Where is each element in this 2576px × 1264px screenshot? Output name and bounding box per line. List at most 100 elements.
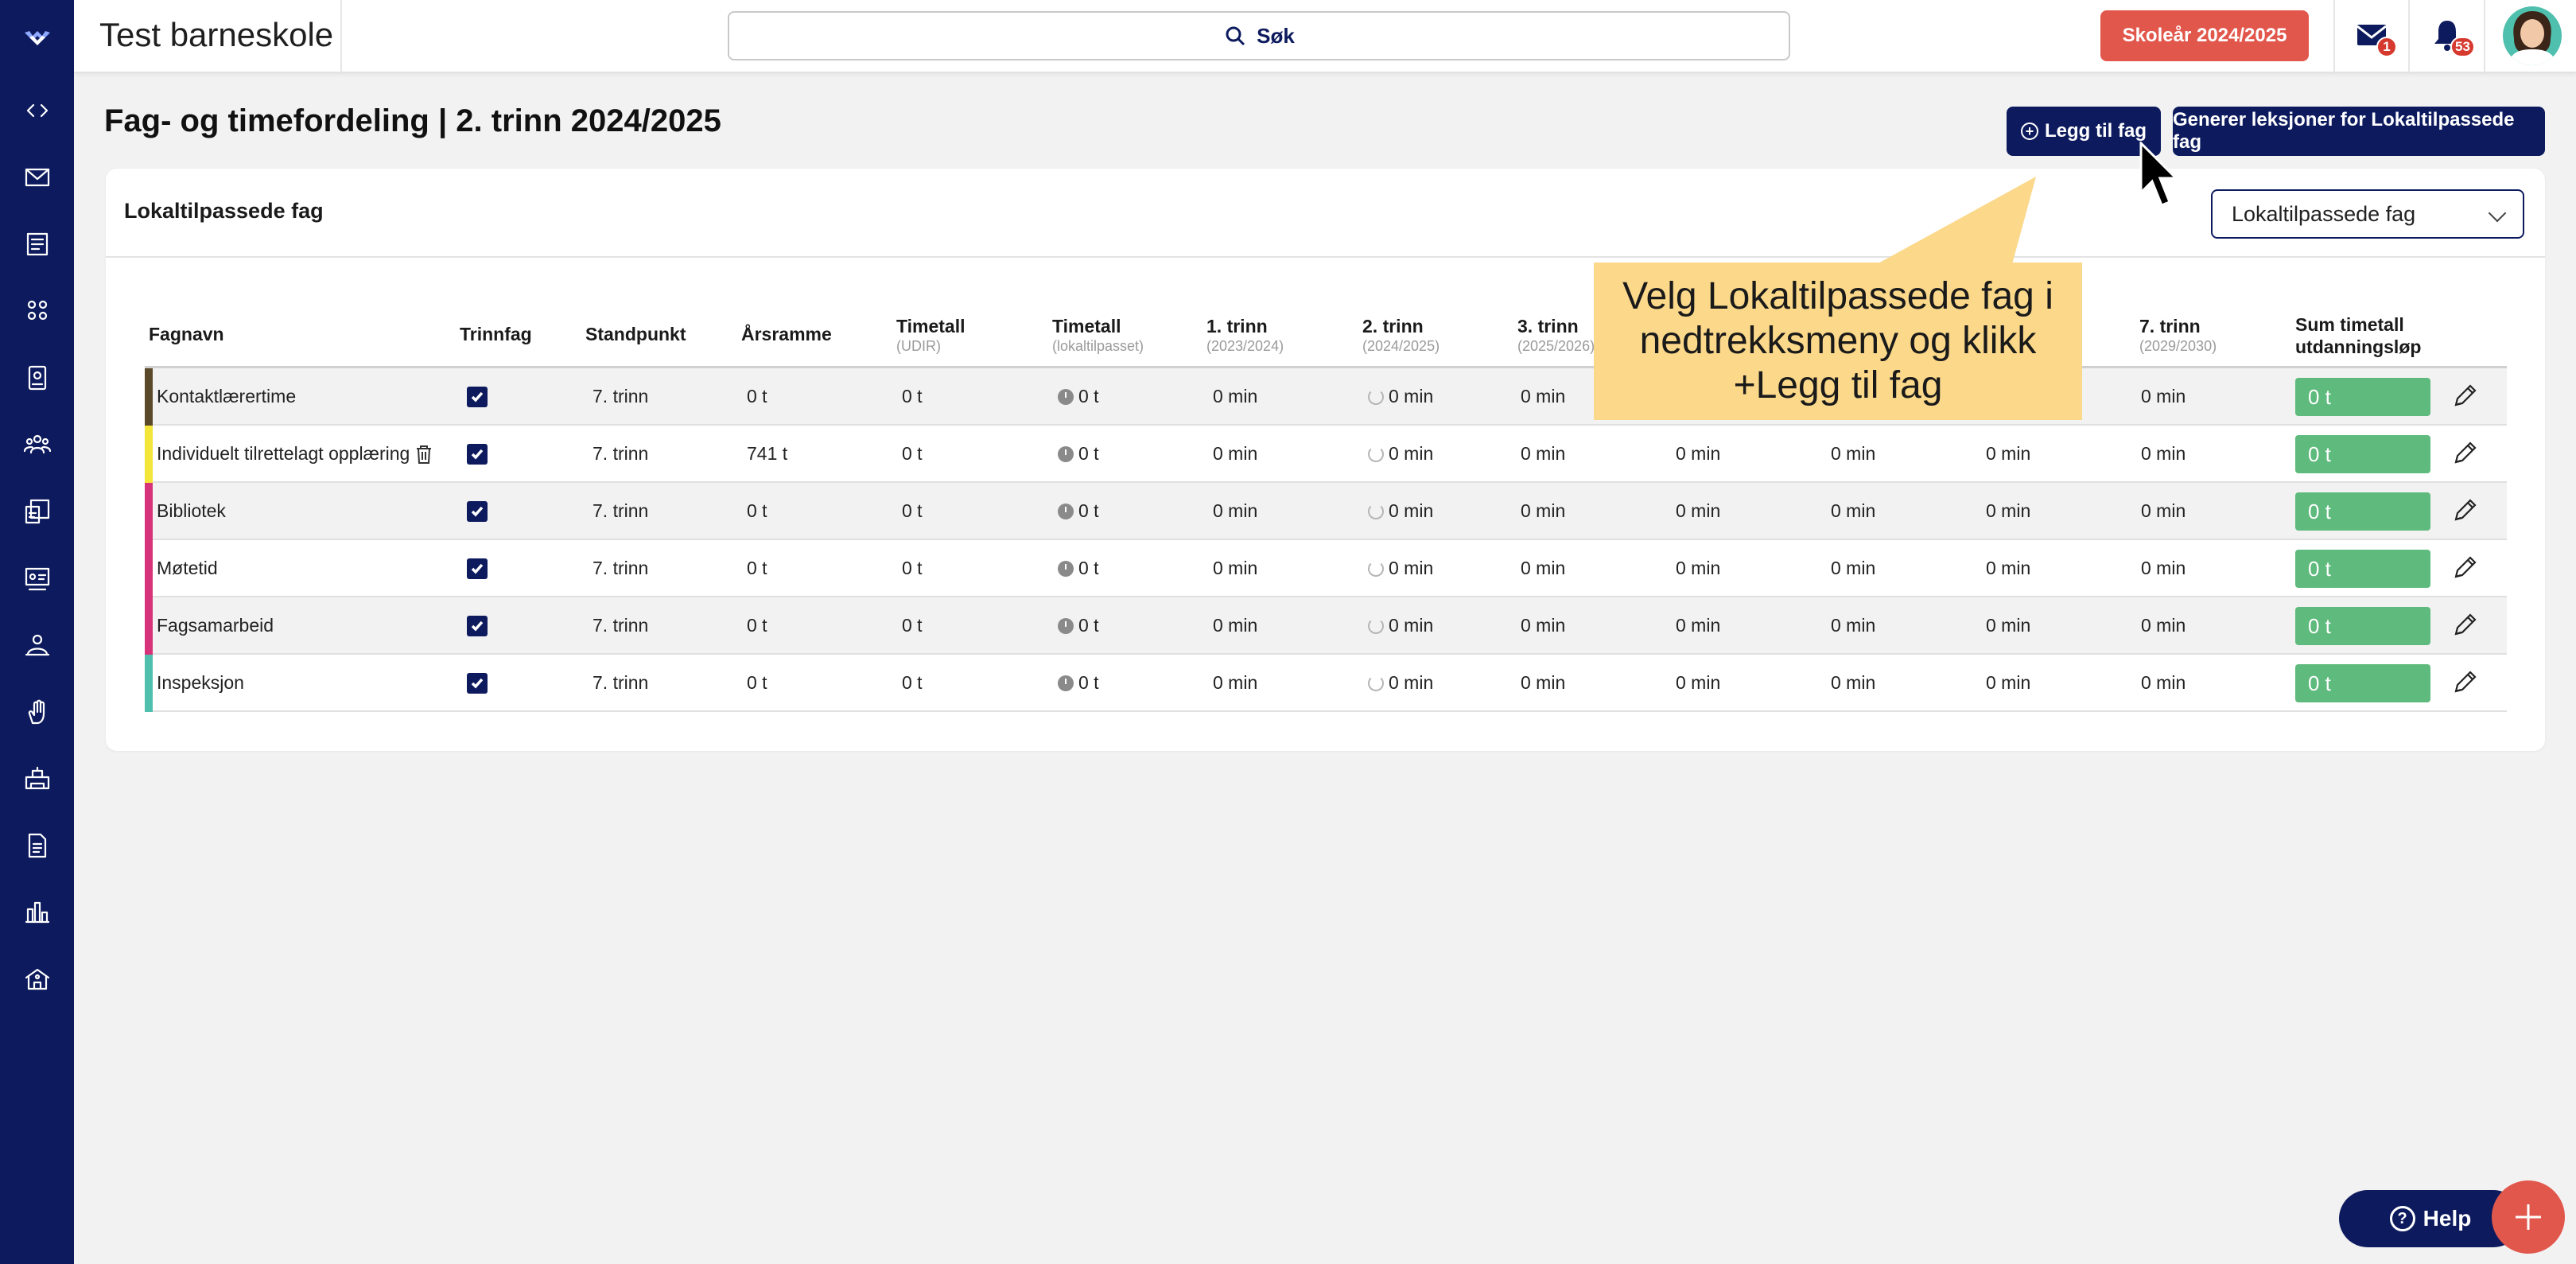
trinn7-cell: 0 min: [2141, 386, 2186, 407]
trinnfag-checkbox[interactable]: [467, 616, 488, 636]
col-timetall-udir[interactable]: Timetall (UDIR): [896, 315, 966, 355]
trinn1-cell: 0 min: [1213, 500, 1257, 522]
top-divider: [340, 0, 342, 73]
building-nav-icon[interactable]: [19, 760, 56, 797]
table-row[interactable]: Inspeksjon 7. trinn 0 t 0 t 0 t 0 min 0 min 0 m…: [145, 655, 2507, 712]
standpunkt-cell-value: 7. trinn: [593, 500, 649, 521]
timetall-lok-cell: 0 t: [1058, 615, 1099, 636]
col-trinn2-sub: (2024/2025): [1362, 338, 1440, 354]
trinnfag-checkbox[interactable]: [467, 444, 488, 465]
trinn3-cell-value: 0 min: [1521, 558, 1566, 578]
standpunkt-cell: 7. trinn: [593, 386, 648, 407]
arsramme-cell-value: 0 t: [747, 386, 767, 406]
statistics-nav-icon[interactable]: [19, 894, 56, 931]
col-trinn2[interactable]: 2. trinn (2024/2025): [1362, 315, 1440, 355]
add-fab-button[interactable]: [2492, 1180, 2565, 1254]
col-fagnavn[interactable]: Fagnavn: [149, 323, 224, 345]
loading-icon: [1368, 503, 1384, 519]
trinnfag-checkbox[interactable]: [467, 673, 488, 694]
document-nav-icon[interactable]: [19, 827, 56, 864]
trinnfag-checkbox[interactable]: [467, 558, 488, 579]
notifications-button[interactable]: 53: [2430, 18, 2475, 57]
collapse-sidebar-icon[interactable]: [19, 92, 56, 129]
table-row[interactable]: Kontaktlærertime 7. trinn 0 t 0 t 0 t 0 min 0 …: [145, 368, 2507, 426]
trinn7-cell-value: 0 min: [2141, 672, 2186, 693]
subject-type-select[interactable]: Lokaltilpassede fag: [2211, 189, 2524, 239]
timetall-lok-cell: 0 t: [1058, 500, 1099, 522]
groups-nav-icon[interactable]: [19, 293, 56, 329]
trinn7-cell: 0 min: [2141, 672, 2186, 694]
table-row[interactable]: Møtetid 7. trinn 0 t 0 t 0 t 0 min 0 min 0 min 0…: [145, 540, 2507, 597]
classroom-nav-icon[interactable]: [19, 560, 56, 597]
mail-nav-icon[interactable]: [19, 159, 56, 196]
app-logo-icon[interactable]: [19, 18, 56, 54]
standpunkt-cell-value: 7. trinn: [593, 443, 649, 464]
col-trinn1[interactable]: 1. trinn (2023/2024): [1206, 315, 1284, 355]
trinn5-cell: 0 min: [1831, 672, 1875, 694]
pencil-icon[interactable]: [2451, 440, 2480, 469]
trinnfag-checkbox[interactable]: [467, 501, 488, 522]
col-arsramme[interactable]: Årsramme: [741, 323, 832, 345]
trinn5-cell: 0 min: [1831, 443, 1875, 465]
school-year-button[interactable]: Skoleår 2024/2025: [2100, 10, 2309, 61]
trinn1-cell-value: 0 min: [1213, 443, 1258, 464]
standpunkt-cell: 7. trinn: [593, 558, 648, 579]
trinn4-cell: 0 min: [1676, 500, 1720, 522]
pencil-icon[interactable]: [2451, 497, 2480, 526]
clock-icon: [1058, 445, 1074, 462]
hand-nav-icon[interactable]: [19, 694, 56, 730]
clock-icon: [1058, 388, 1074, 405]
page-title-bold: Fag- og timefordeling |: [104, 103, 448, 138]
card-divider: [106, 256, 2545, 258]
col-sum-line1: Sum timetall: [2295, 314, 2404, 335]
trinn1-cell: 0 min: [1213, 672, 1257, 694]
student-nav-icon[interactable]: [19, 627, 56, 663]
badge-nav-icon[interactable]: [19, 360, 56, 396]
col-trinn7-label: 7. trinn: [2139, 316, 2201, 336]
standpunkt-cell-value: 7. trinn: [593, 615, 649, 636]
subject-color-bar: [145, 368, 153, 426]
table-row[interactable]: Individuelt tilrettelagt opplæring 7. tri…: [145, 426, 2507, 483]
user-avatar[interactable]: [2503, 6, 2562, 65]
help-label: Help: [2423, 1206, 2472, 1231]
plus-circle-icon: +: [2021, 123, 2038, 140]
loading-icon: [1368, 560, 1384, 577]
trinn5-cell-value: 0 min: [1831, 500, 1876, 521]
top-divider: [2408, 0, 2410, 73]
col-timetall-lok[interactable]: Timetall (lokaltilpasset): [1052, 315, 1144, 355]
subject-name-cell: Fagsamarbeid: [157, 615, 274, 636]
school-nav-icon[interactable]: [19, 961, 56, 998]
generate-lessons-button[interactable]: Generer leksjoner for Lokaltilpassede fa…: [2173, 107, 2545, 156]
schedule-nav-icon[interactable]: [19, 493, 56, 530]
pencil-icon[interactable]: [2451, 669, 2480, 698]
arsramme-cell: 0 t: [747, 386, 767, 407]
col-sum[interactable]: Sum timetall utdanningsløp: [2295, 313, 2421, 358]
subject-name: Bibliotek: [157, 500, 226, 521]
subject-name: Individuelt tilrettelagt opplæring: [157, 443, 410, 464]
pencil-icon[interactable]: [2451, 554, 2480, 583]
trinn6-cell: 0 min: [1986, 615, 2030, 636]
subject-name: Møtetid: [157, 558, 218, 578]
trinn1-cell-value: 0 min: [1213, 615, 1258, 636]
arsramme-cell-value: 0 t: [747, 672, 767, 693]
news-nav-icon[interactable]: [19, 226, 56, 263]
table-row[interactable]: Fagsamarbeid 7. trinn 0 t 0 t 0 t 0 min 0 min 0…: [145, 597, 2507, 655]
table-row[interactable]: Bibliotek 7. trinn 0 t 0 t 0 t 0 min 0 min 0 mi…: [145, 483, 2507, 540]
trinnfag-checkbox[interactable]: [467, 387, 488, 407]
people-nav-icon[interactable]: [19, 426, 56, 463]
subject-color-bar: [145, 655, 153, 712]
col-standpunkt[interactable]: Standpunkt: [585, 323, 686, 345]
col-trinnfag[interactable]: Trinnfag: [460, 323, 532, 345]
pencil-icon[interactable]: [2451, 612, 2480, 640]
subject-name-cell: Kontaktlærertime: [157, 386, 296, 407]
pencil-icon[interactable]: [2451, 383, 2480, 411]
timetall-udir-cell: 0 t: [902, 500, 923, 522]
check-icon: [471, 678, 484, 689]
plus-icon: [2516, 1204, 2541, 1230]
messages-button[interactable]: 1: [2354, 18, 2397, 57]
trash-icon[interactable]: [414, 444, 433, 465]
loading-icon: [1368, 617, 1384, 634]
col-trinn7[interactable]: 7. trinn (2029/2030): [2139, 315, 2217, 355]
search-bar[interactable]: Søk: [728, 11, 1790, 60]
col-trinn3[interactable]: 3. trinn (2025/2026): [1517, 315, 1595, 355]
